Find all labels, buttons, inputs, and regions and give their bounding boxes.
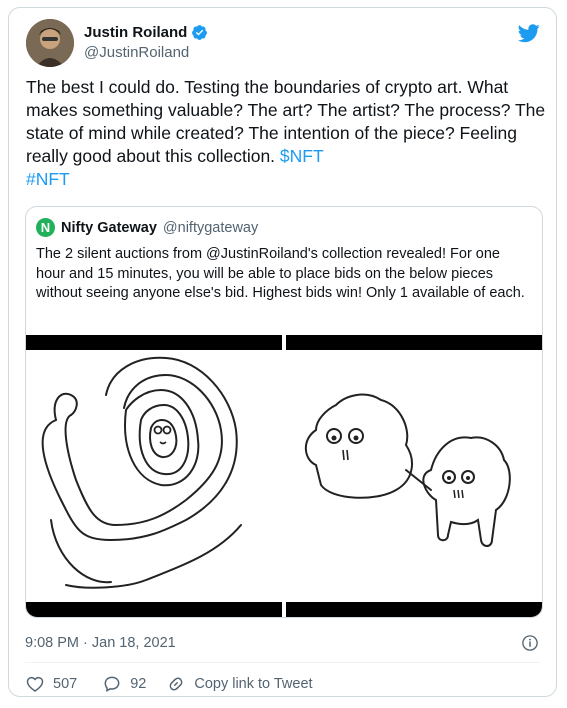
- reply-count: 92: [130, 676, 147, 692]
- tweet-card: Justin Roiland @JustinRoiland The best I…: [8, 7, 557, 697]
- artwork-snake-image[interactable]: [26, 335, 282, 617]
- like-button[interactable]: 507: [25, 674, 77, 694]
- quote-author-handle: @niftygateway: [162, 219, 259, 236]
- tweet-timestamp[interactable]: 9:08 PM · Jan 18, 2021: [25, 635, 176, 651]
- info-icon[interactable]: [521, 634, 539, 652]
- reply-bubble-icon: [104, 676, 120, 692]
- quote-text: The 2 silent auctions from @JustinRoilan…: [36, 246, 525, 301]
- divider: [25, 662, 540, 663]
- hashtag-link[interactable]: $NFT: [280, 146, 324, 166]
- quote-media[interactable]: [26, 335, 542, 617]
- author-avatar[interactable]: [26, 19, 74, 67]
- nifty-gateway-logo[interactable]: N: [36, 218, 55, 237]
- copy-link-label: Copy link to Tweet: [194, 676, 313, 692]
- hashtag-link[interactable]: #NFT: [26, 169, 70, 189]
- twitter-bird-icon[interactable]: [517, 22, 541, 44]
- reply-button[interactable]: 92: [102, 674, 146, 694]
- quoted-tweet[interactable]: N Nifty Gateway @niftygateway The 2 sile…: [25, 206, 543, 618]
- like-count: 507: [53, 676, 78, 692]
- quote-author-name: Nifty Gateway: [61, 219, 157, 236]
- author-name[interactable]: Justin Roiland: [84, 24, 187, 41]
- artwork-creatures-image[interactable]: [286, 335, 542, 617]
- verified-badge-icon: [192, 25, 208, 40]
- copy-link-button[interactable]: Copy link to Tweet: [166, 674, 313, 694]
- author-handle[interactable]: @JustinRoiland: [84, 44, 189, 61]
- link-icon: [169, 677, 183, 691]
- heart-icon: [26, 676, 44, 693]
- tweet-text: The best I could do. Testing the boundar…: [26, 76, 546, 191]
